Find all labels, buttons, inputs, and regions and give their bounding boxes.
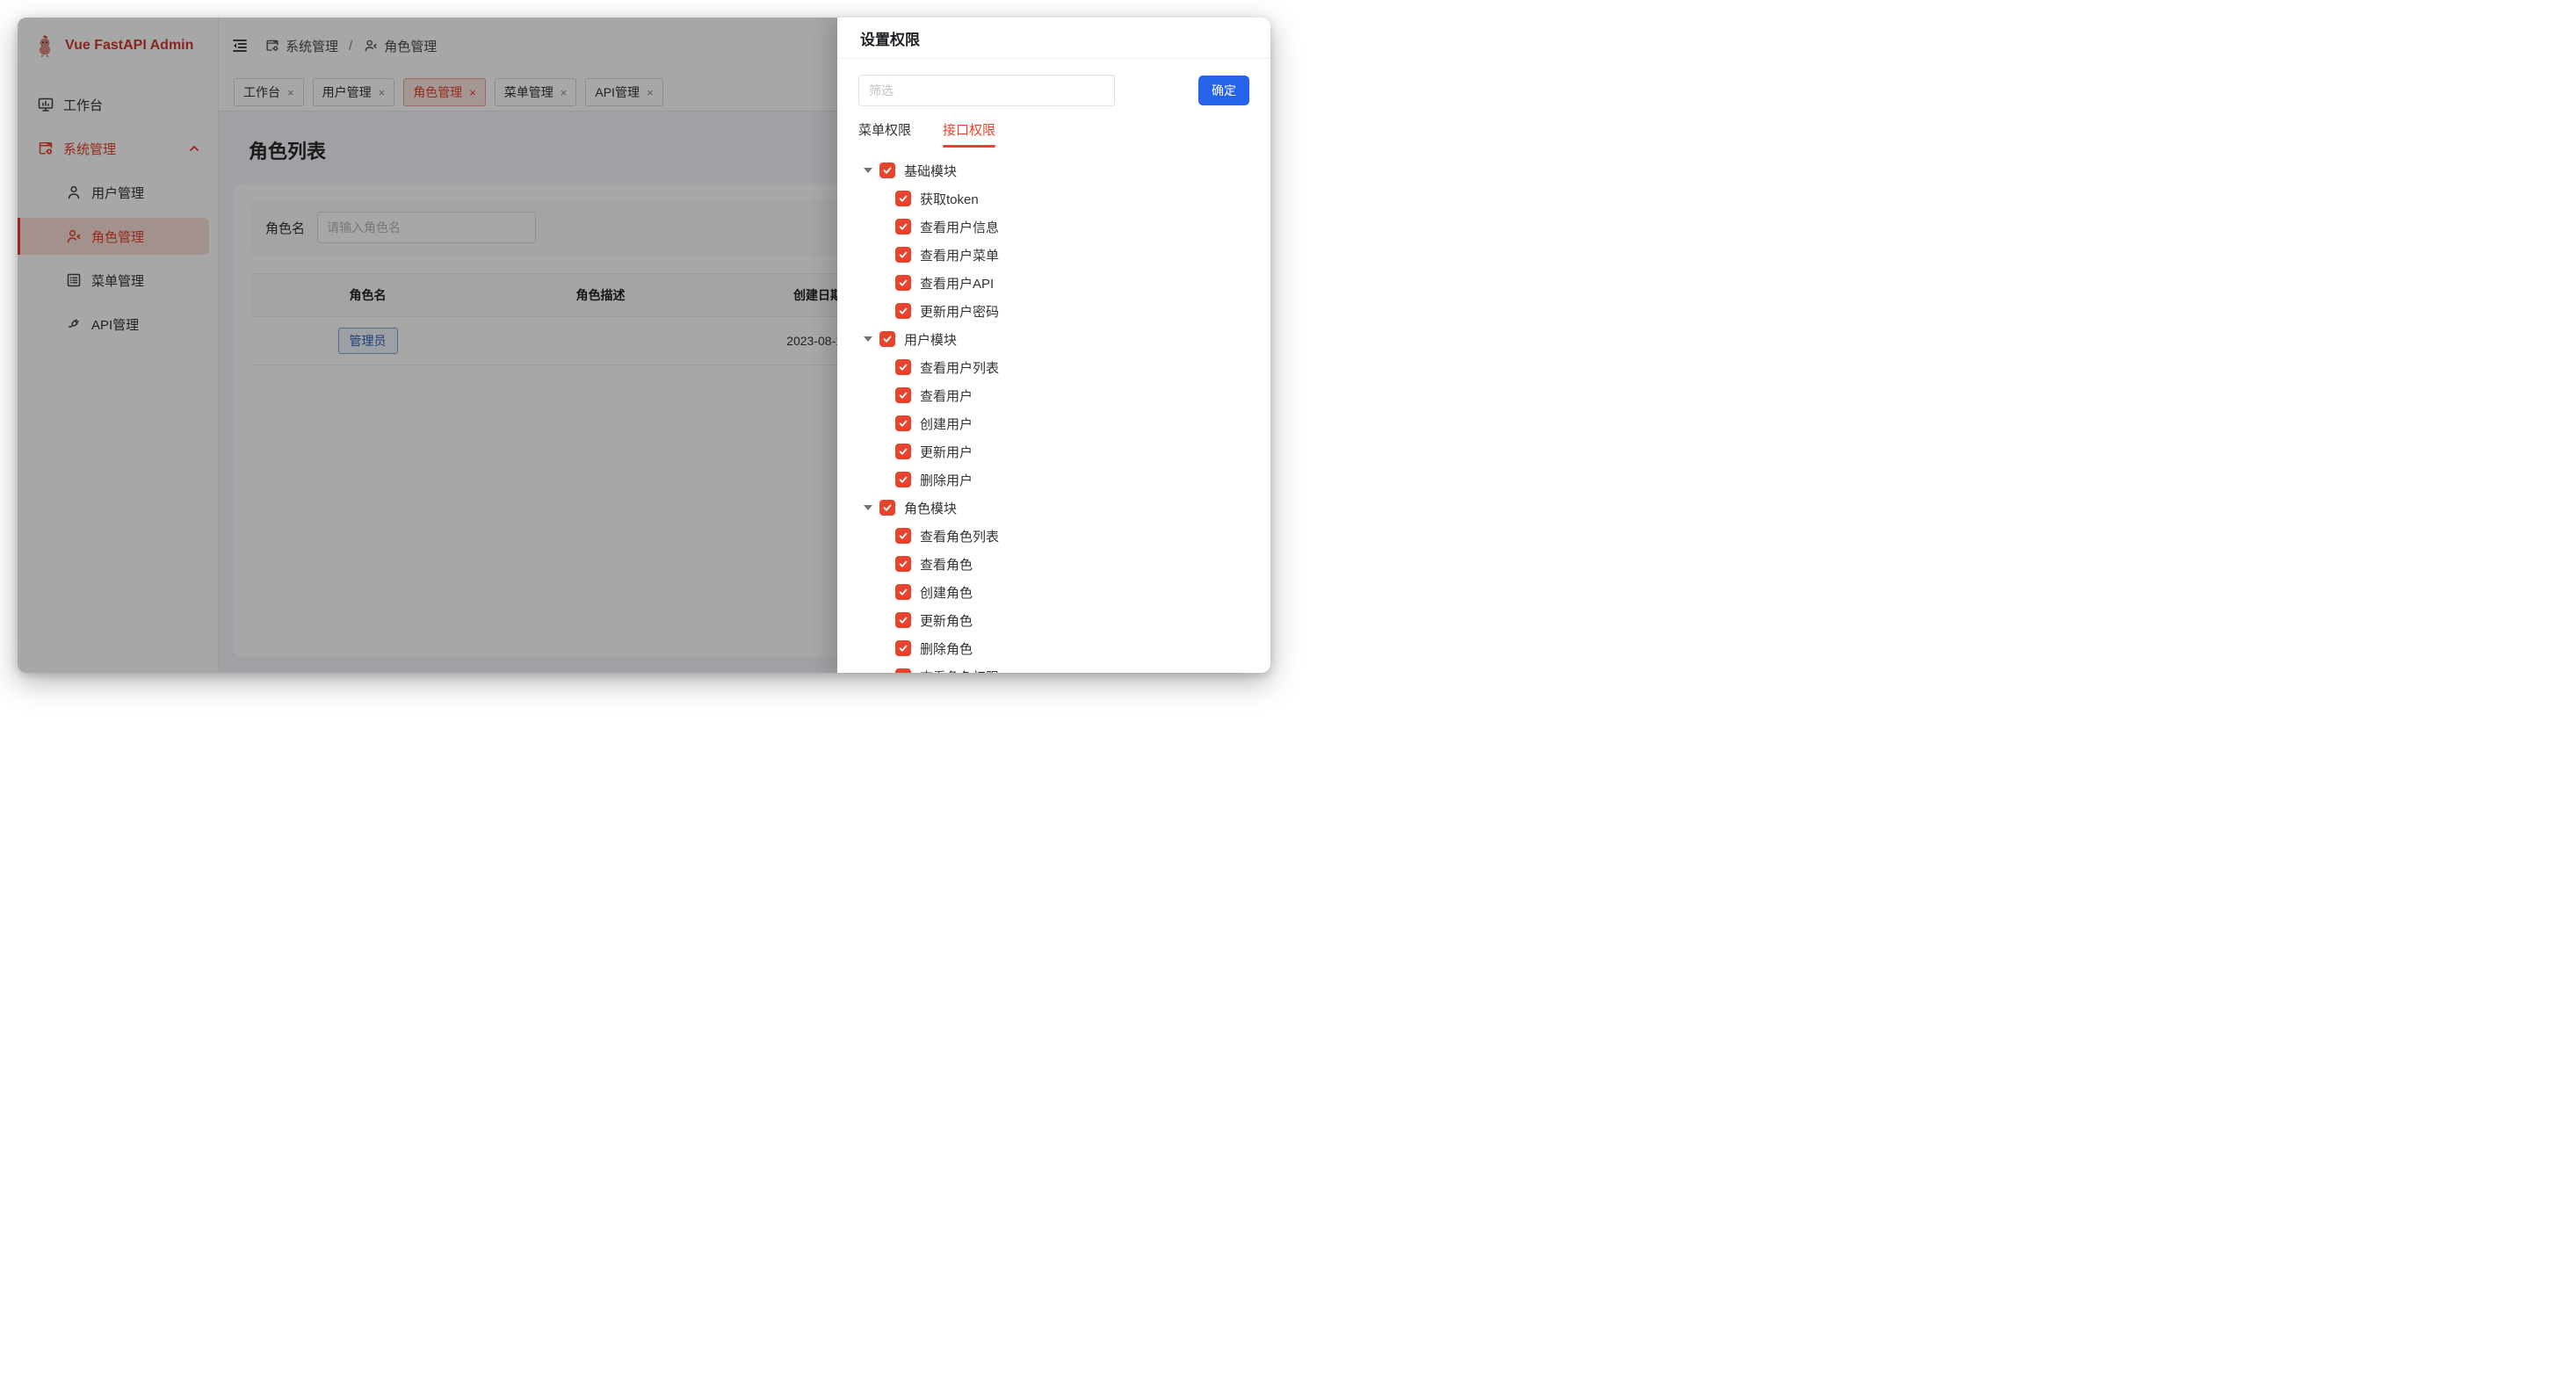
tree-node-label: 创建角色: [920, 583, 973, 602]
checkbox-checked[interactable]: [879, 162, 895, 178]
checkbox-checked[interactable]: [895, 275, 911, 291]
drawer-header: 设置权限: [837, 18, 1270, 59]
tree-node-label: 创建用户: [920, 415, 973, 433]
tree-node[interactable]: 查看角色列表: [858, 522, 1249, 550]
tree-node[interactable]: 查看角色: [858, 550, 1249, 578]
app-window: Vue FastAPI Admin 工作台: [18, 18, 1270, 673]
tree-node-label: 查看用户菜单: [920, 246, 999, 264]
tree-node-label: 删除角色: [920, 639, 973, 658]
tree-node-label: 角色模块: [904, 499, 957, 517]
tree-node[interactable]: 更新角色: [858, 606, 1249, 634]
checkbox-checked[interactable]: [895, 444, 911, 459]
tree-node[interactable]: 获取token: [858, 184, 1249, 213]
tree-node[interactable]: 创建角色: [858, 578, 1249, 606]
tree-node-label: 更新用户密码: [920, 302, 999, 321]
tree-node[interactable]: 查看用户: [858, 381, 1249, 409]
checkbox-checked[interactable]: [895, 528, 911, 544]
drawer-body: 确定 菜单权限 接口权限 基础模块 获取token: [837, 59, 1270, 673]
checkbox-checked[interactable]: [895, 191, 911, 206]
permission-tabs: 菜单权限 接口权限: [858, 120, 1249, 148]
checkbox-checked[interactable]: [895, 472, 911, 487]
tree-node-label: 查看用户列表: [920, 358, 999, 377]
tree-node[interactable]: 查看用户列表: [858, 353, 1249, 381]
tree-node-label: 删除用户: [920, 471, 973, 489]
tree-node-label: 用户模块: [904, 330, 957, 349]
tree-node[interactable]: 更新用户密码: [858, 297, 1249, 325]
checkbox-checked[interactable]: [895, 584, 911, 600]
tab-api-permissions[interactable]: 接口权限: [943, 120, 995, 148]
tree-node-label: 查看角色权限: [920, 668, 999, 674]
checkbox-checked[interactable]: [895, 640, 911, 656]
tree-node-label: 基础模块: [904, 162, 957, 180]
set-permissions-drawer: 设置权限 确定 菜单权限 接口权限 基础模块: [837, 18, 1270, 673]
drawer-title: 设置权限: [860, 27, 920, 49]
checkbox-checked[interactable]: [895, 387, 911, 403]
tree-node[interactable]: 删除角色: [858, 634, 1249, 662]
tree-node[interactable]: 基础模块: [858, 156, 1249, 184]
checkbox-checked[interactable]: [879, 500, 895, 516]
checkbox-checked[interactable]: [895, 359, 911, 375]
tree-node-label: 获取token: [920, 190, 979, 208]
checkbox-checked[interactable]: [895, 415, 911, 431]
checkbox-checked[interactable]: [895, 247, 911, 263]
checkbox-checked[interactable]: [895, 612, 911, 628]
tree-node-label: 查看角色列表: [920, 527, 999, 545]
tab-menu-permissions[interactable]: 菜单权限: [858, 120, 911, 148]
confirm-button[interactable]: 确定: [1198, 76, 1249, 105]
tree-node[interactable]: 查看角色权限: [858, 662, 1249, 673]
checkbox-checked[interactable]: [879, 331, 895, 347]
checkbox-checked[interactable]: [895, 219, 911, 235]
tree-node-label: 查看用户: [920, 386, 973, 405]
tree-node-label: 更新角色: [920, 611, 973, 630]
desktop-background: Vue FastAPI Admin 工作台: [0, 0, 1288, 690]
tree-node[interactable]: 删除用户: [858, 466, 1249, 494]
tree-node[interactable]: 查看用户菜单: [858, 241, 1249, 269]
expand-arrow-icon[interactable]: [864, 336, 872, 342]
tree-node[interactable]: 创建用户: [858, 409, 1249, 437]
tree-node-label: 更新用户: [920, 443, 973, 461]
tree-node-label: 查看用户API: [920, 274, 994, 292]
checkbox-checked[interactable]: [895, 556, 911, 572]
tree-node[interactable]: 角色模块: [858, 494, 1249, 522]
tree-node[interactable]: 用户模块: [858, 325, 1249, 353]
permission-tree: 基础模块 获取token 查看用户信息 查看用户菜单: [858, 156, 1249, 673]
tree-node-label: 查看用户信息: [920, 218, 999, 236]
expand-arrow-icon[interactable]: [864, 168, 872, 173]
expand-arrow-icon[interactable]: [864, 505, 872, 510]
tree-node[interactable]: 查看用户API: [858, 269, 1249, 297]
filter-row: 确定: [858, 75, 1249, 106]
tree-node-label: 查看角色: [920, 555, 973, 574]
checkbox-checked[interactable]: [895, 668, 911, 673]
checkbox-checked[interactable]: [895, 303, 911, 319]
filter-input[interactable]: [858, 75, 1115, 106]
tree-node[interactable]: 更新用户: [858, 437, 1249, 466]
tree-node[interactable]: 查看用户信息: [858, 213, 1249, 241]
